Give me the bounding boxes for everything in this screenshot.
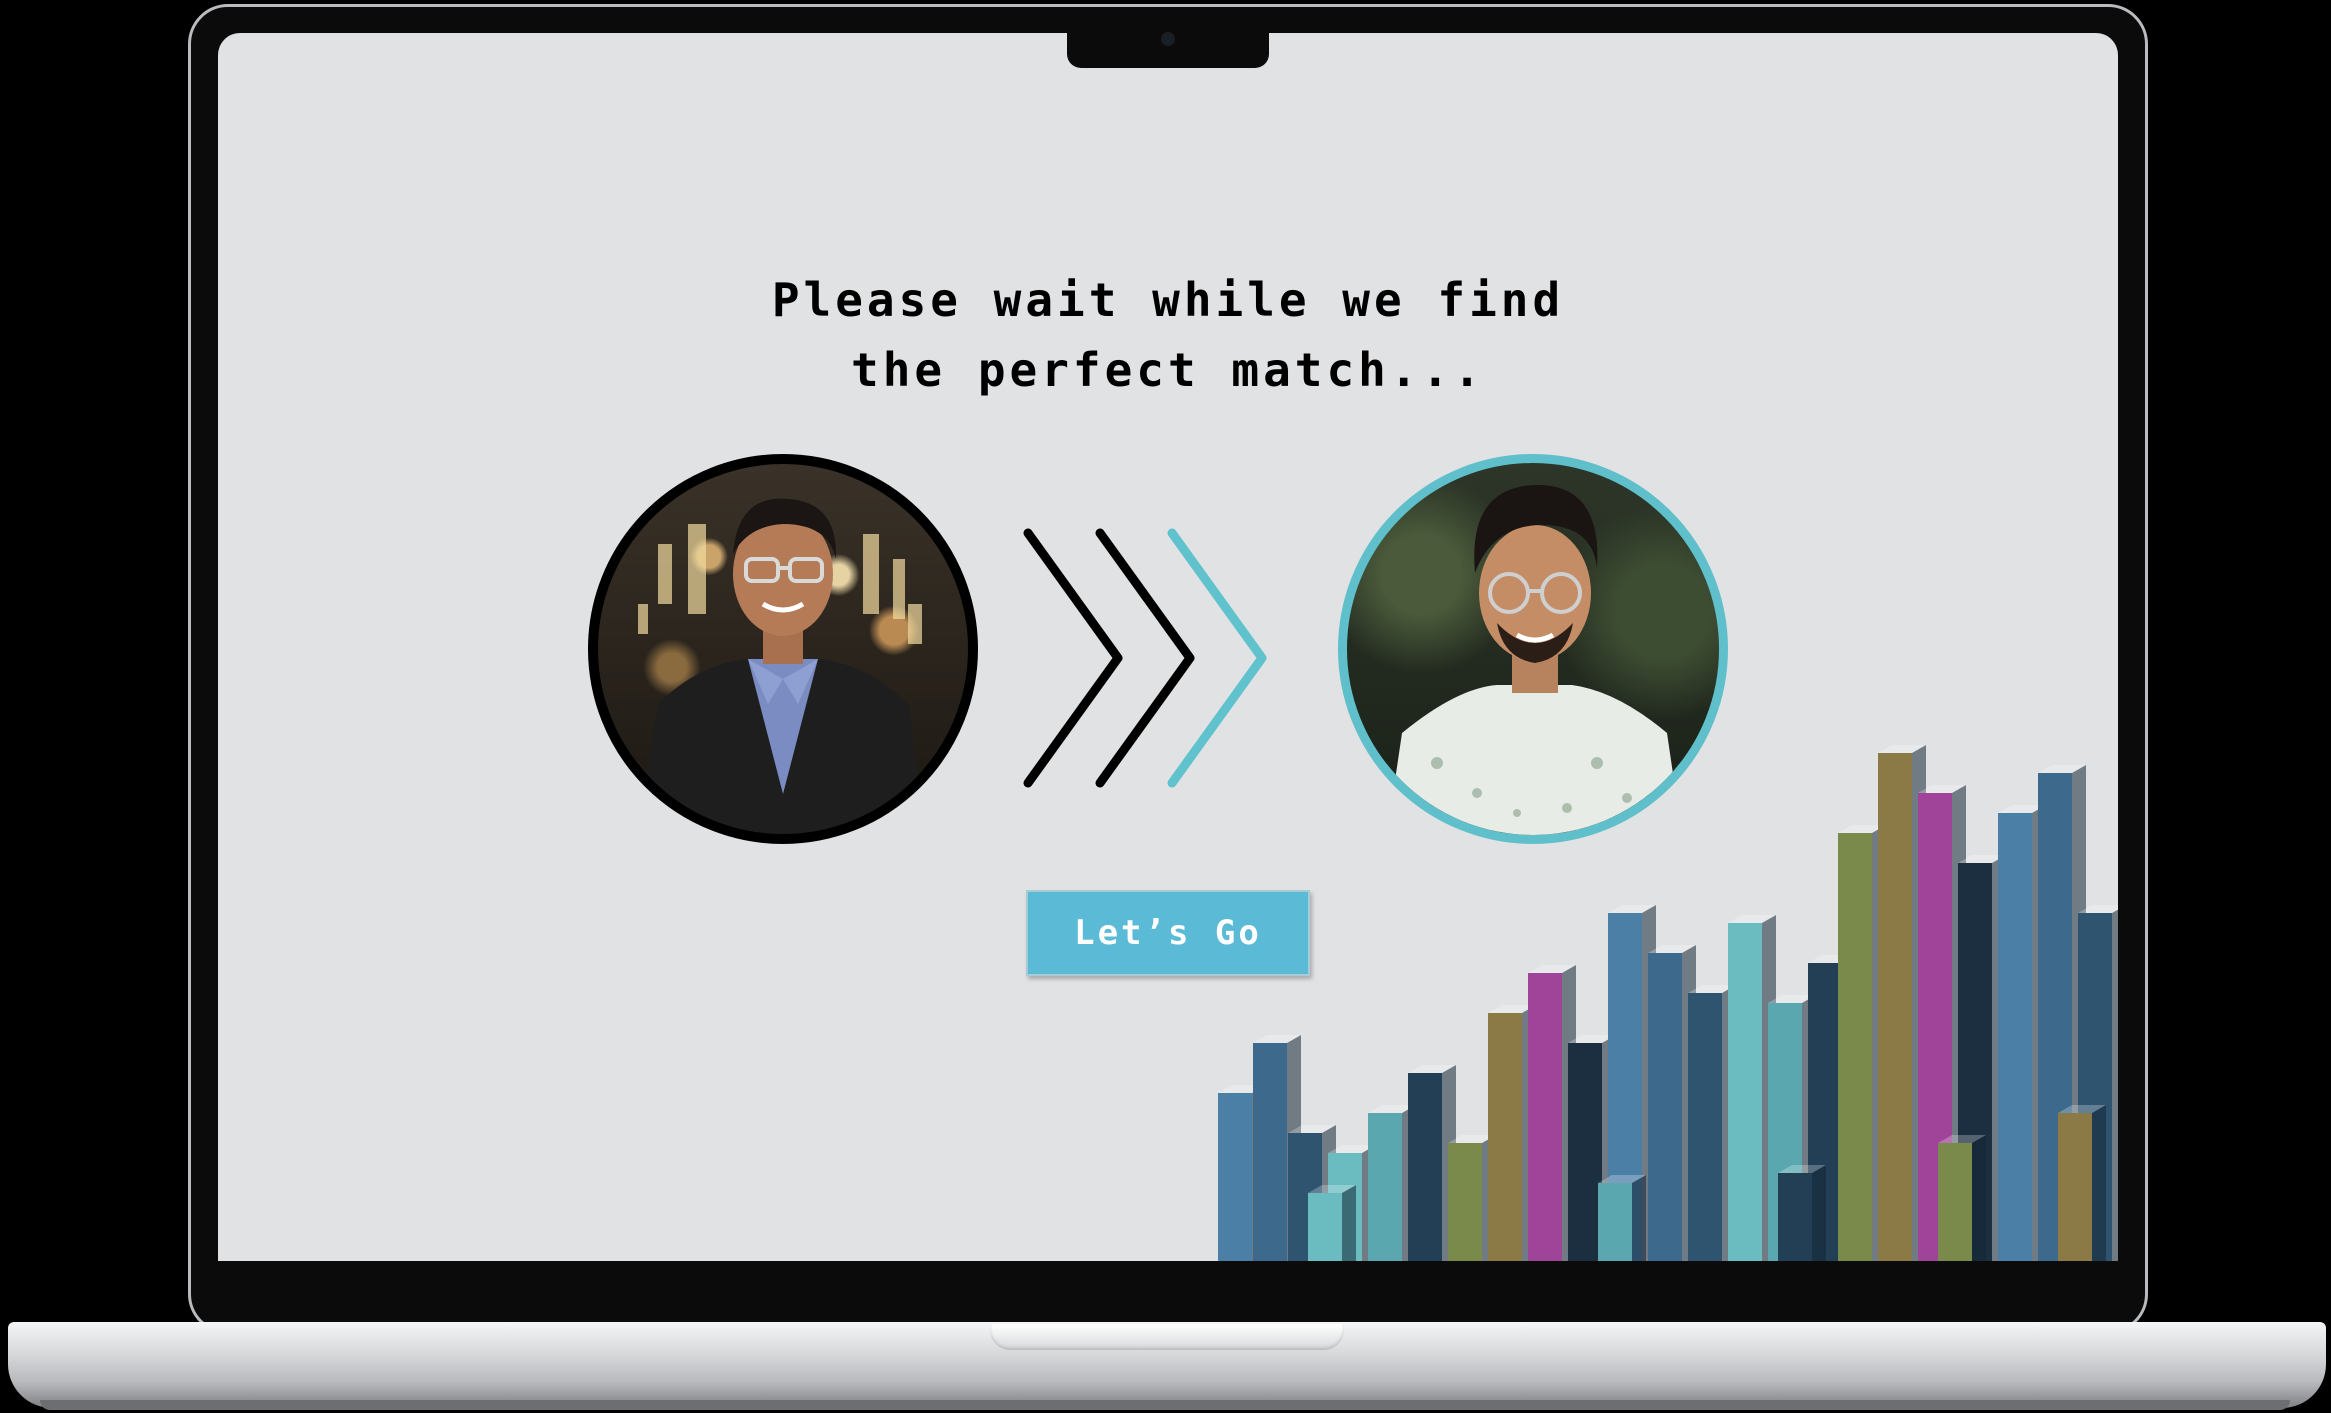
voxel-tower — [1598, 1183, 1632, 1261]
voxel-tower — [1528, 973, 1562, 1261]
voxel-tower — [1648, 953, 1682, 1261]
voxel-tower-side — [1342, 1185, 1356, 1261]
voxel-tower — [1218, 1093, 1252, 1261]
voxel-tower-side — [1972, 1135, 1986, 1261]
voxel-tower — [1253, 1043, 1287, 1261]
voxel-tower — [1998, 813, 2032, 1261]
laptop-base-edge — [40, 1400, 2290, 1410]
voxel-towers — [1218, 745, 2118, 1261]
laptop-opening-notch — [990, 1324, 1344, 1350]
voxel-tower — [1838, 833, 1872, 1261]
voxel-tower — [1568, 1043, 1602, 1261]
voxel-tower — [1728, 923, 1762, 1261]
voxel-tower-side — [1632, 1175, 1646, 1261]
voxel-tower — [1938, 1143, 1972, 1261]
page-title: Please wait while we find the perfect ma… — [218, 265, 2118, 405]
voxel-tower — [1878, 753, 1912, 1261]
chevron-1-icon — [1023, 528, 1123, 788]
headline-line-1: Please wait while we find — [771, 273, 1565, 327]
voxel-tower — [1688, 993, 1722, 1261]
voxel-tower — [1308, 1193, 1342, 1261]
app-screen: Please wait while we find the perfect ma… — [218, 33, 2118, 1261]
voxel-city-illustration — [1218, 745, 2118, 1261]
voxel-tower-side — [2112, 909, 2118, 1261]
voxel-tower-side — [1812, 1165, 1826, 1261]
voxel-tower — [1368, 1113, 1402, 1261]
camera-icon — [1163, 34, 1173, 44]
voxel-tower — [1488, 1013, 1522, 1261]
person-photo-icon — [638, 498, 928, 834]
headline-line-2: the perfect match... — [851, 343, 1485, 397]
voxel-tower — [1408, 1073, 1442, 1261]
voxel-tower — [2058, 1113, 2092, 1261]
voxel-tower — [1778, 1173, 1812, 1261]
user-avatar-left — [588, 454, 978, 844]
voxel-tower — [1448, 1143, 1482, 1261]
voxel-tower-side — [2092, 1105, 2106, 1261]
